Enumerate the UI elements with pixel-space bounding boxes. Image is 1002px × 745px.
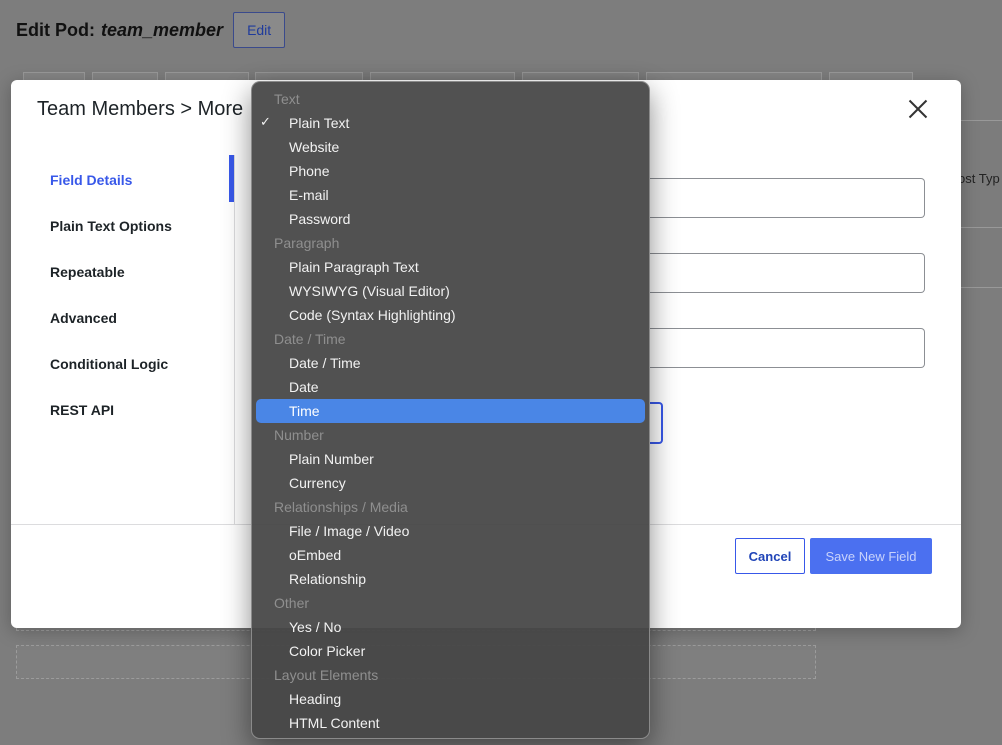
option-group-other: Other — [252, 591, 649, 615]
field-name-input[interactable] — [650, 253, 925, 293]
option-label: Paragraph — [274, 235, 340, 251]
option-group-relationships-media: Relationships / Media — [252, 495, 649, 519]
field-description-input[interactable] — [650, 328, 925, 368]
option-label: Date / Time — [289, 355, 361, 371]
option-code-syntax-highlighting[interactable]: Code (Syntax Highlighting) — [252, 303, 649, 327]
option-wysiwyg-visual-editor[interactable]: WYSIWYG (Visual Editor) — [252, 279, 649, 303]
option-plain-paragraph-text[interactable]: Plain Paragraph Text — [252, 255, 649, 279]
option-label: Time — [289, 403, 320, 419]
option-phone[interactable]: Phone — [252, 159, 649, 183]
option-relationship[interactable]: Relationship — [252, 567, 649, 591]
option-html-content[interactable]: HTML Content — [252, 711, 649, 735]
option-time[interactable]: Time — [256, 399, 645, 423]
nav-item-field-details[interactable]: Field Details — [50, 172, 132, 188]
option-label: HTML Content — [289, 715, 380, 731]
nav-item-plain-text-options[interactable]: Plain Text Options — [50, 218, 172, 234]
option-label: Layout Elements — [274, 667, 379, 683]
nav-item-repeatable[interactable]: Repeatable — [50, 264, 125, 280]
option-yes-no[interactable]: Yes / No — [252, 615, 649, 639]
option-e-mail[interactable]: E-mail — [252, 183, 649, 207]
background-tab — [23, 72, 85, 80]
option-label: Other — [274, 595, 310, 611]
nav-item-advanced[interactable]: Advanced — [50, 310, 117, 326]
option-label: Text — [274, 91, 300, 107]
active-nav-indicator — [229, 155, 234, 202]
option-label: Date / Time — [274, 331, 346, 347]
option-plain-text[interactable]: Plain Text ✓ — [252, 111, 649, 135]
background-tab — [92, 72, 158, 80]
option-label: Date — [289, 379, 319, 395]
option-label: Website — [289, 139, 340, 155]
option-label: WYSIWYG (Visual Editor) — [289, 283, 450, 299]
save-new-field-button[interactable]: Save New Field — [810, 538, 932, 574]
option-color-picker[interactable]: Color Picker — [252, 639, 649, 663]
option-label: File / Image / Video — [289, 523, 410, 539]
option-label: Number — [274, 427, 324, 443]
option-label: Plain Text — [289, 115, 350, 131]
option-password[interactable]: Password — [252, 207, 649, 231]
pod-name: team_member — [101, 19, 224, 40]
field-type-select[interactable] — [650, 402, 663, 444]
option-label: Password — [289, 211, 351, 227]
option-label: E-mail — [289, 187, 329, 203]
background-side-panel: ost Typ — [958, 120, 1002, 288]
option-label: Relationship — [289, 571, 367, 587]
option-label: Yes / No — [289, 619, 342, 635]
option-file-image-video[interactable]: File / Image / Video — [252, 519, 649, 543]
field-label-input[interactable] — [650, 178, 925, 218]
option-label: Plain Number — [289, 451, 374, 467]
modal-sidebar-nav: Field Details Plain Text Options Repeata… — [11, 155, 235, 525]
option-label: Heading — [289, 691, 342, 707]
option-label: Currency — [289, 475, 346, 491]
background-tab — [829, 72, 913, 80]
option-date-time[interactable]: Date / Time — [252, 351, 649, 375]
cancel-button[interactable]: Cancel — [735, 538, 805, 574]
background-tab — [255, 72, 363, 80]
post-type-label: ost Typ — [958, 171, 1000, 186]
option-heading[interactable]: Heading — [252, 687, 649, 711]
page-header: Edit Pod: team_member Edit — [16, 12, 286, 48]
option-oembed[interactable]: oEmbed — [252, 543, 649, 567]
option-group-layout-elements: Layout Elements — [252, 663, 649, 687]
background-tab — [165, 72, 249, 80]
background-tab — [646, 72, 822, 80]
edit-pod-label: Edit Pod: — [16, 19, 95, 40]
nav-item-rest-api[interactable]: REST API — [50, 402, 114, 418]
option-group-paragraph: Paragraph — [252, 231, 649, 255]
option-group-text: Text — [252, 87, 649, 111]
option-date[interactable]: Date — [252, 375, 649, 399]
field-type-dropdown[interactable]: Text Plain Text ✓ Website Phone E-mail Passwor… — [251, 81, 650, 739]
option-label: Code (Syntax Highlighting) — [289, 307, 456, 323]
background-tab — [370, 72, 515, 80]
option-group-date-time: Date / Time — [252, 327, 649, 351]
option-label: Plain Paragraph Text — [289, 259, 419, 275]
background-tab — [522, 72, 639, 80]
close-icon[interactable] — [907, 98, 929, 120]
option-plain-number[interactable]: Plain Number — [252, 447, 649, 471]
option-label: oEmbed — [289, 547, 342, 563]
option-label: Relationships / Media — [274, 499, 408, 515]
option-label: Phone — [289, 163, 330, 179]
option-group-number: Number — [252, 423, 649, 447]
checkmark-icon: ✓ — [260, 114, 271, 129]
modal-title: Team Members > More — [37, 98, 244, 120]
option-label: Color Picker — [289, 643, 366, 659]
option-currency[interactable]: Currency — [252, 471, 649, 495]
nav-item-conditional-logic[interactable]: Conditional Logic — [50, 356, 168, 372]
option-website[interactable]: Website — [252, 135, 649, 159]
edit-pod-button[interactable]: Edit — [233, 12, 286, 48]
divider — [960, 227, 1002, 228]
